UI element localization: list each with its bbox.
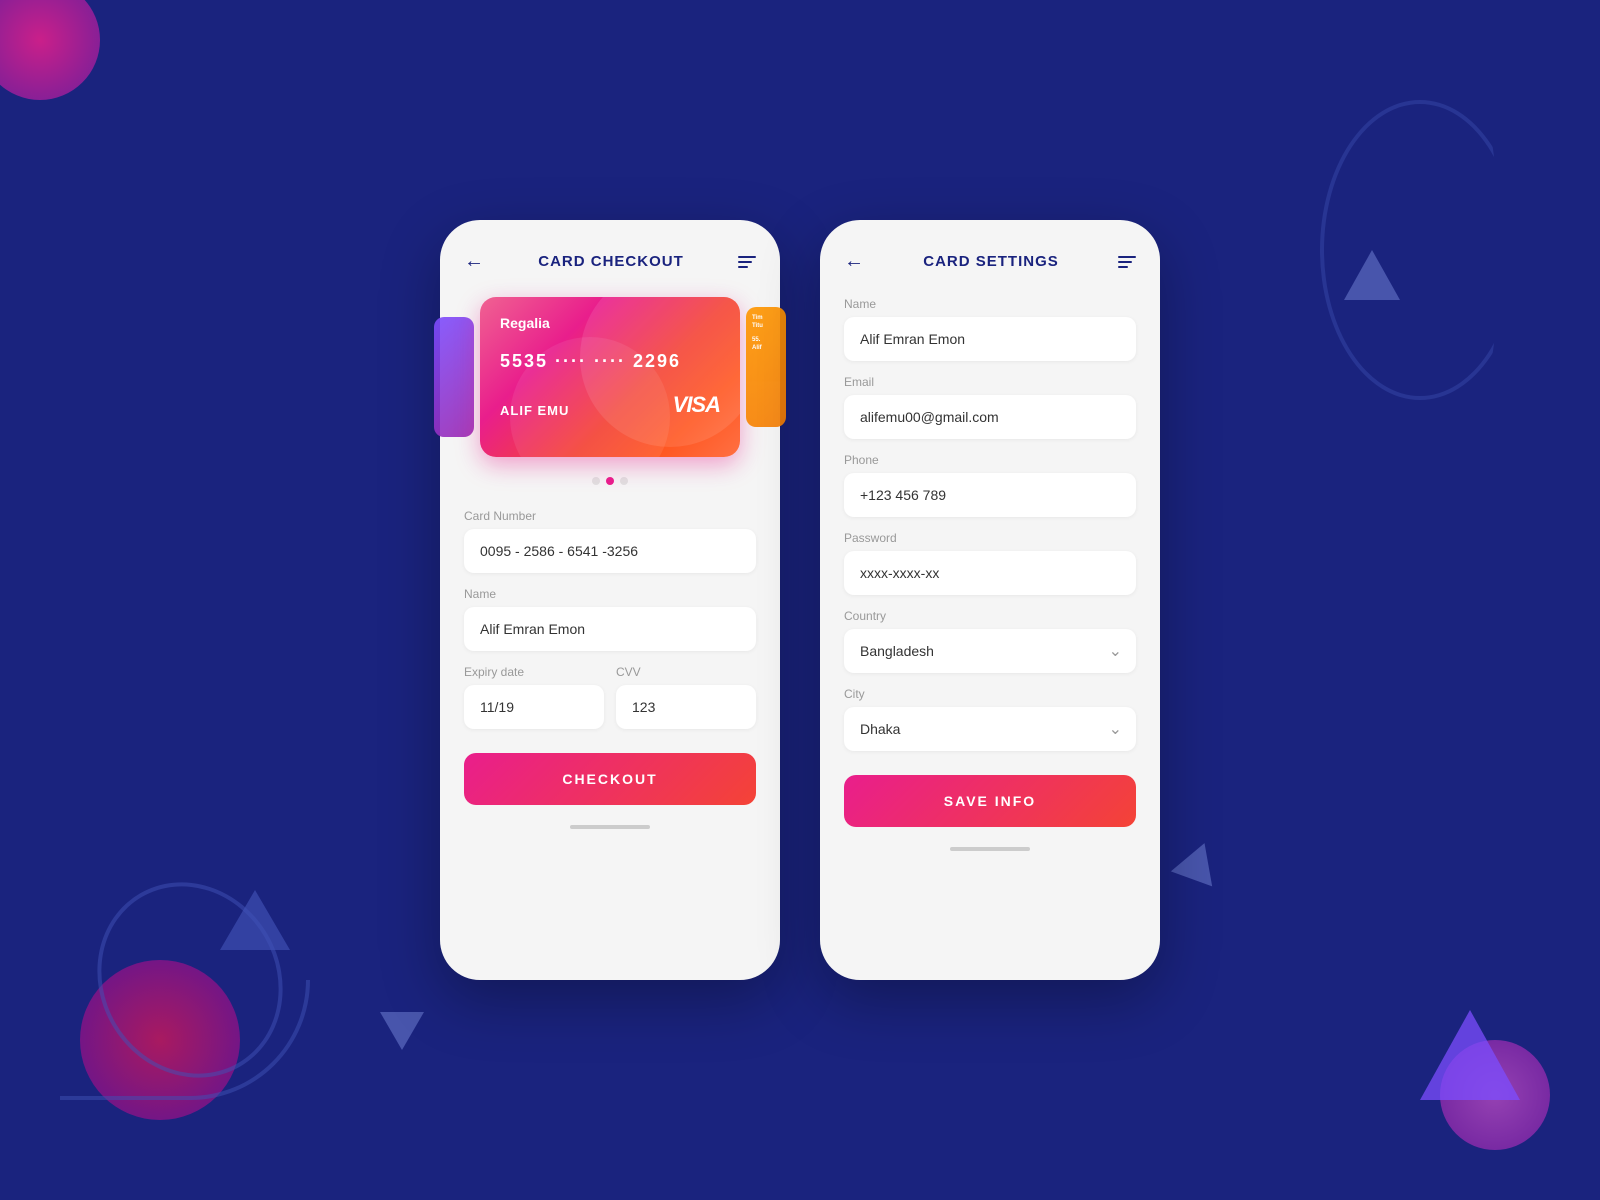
card-holder-name: ALIF EMU bbox=[500, 403, 569, 418]
side-card-right-label3: 55. bbox=[752, 337, 780, 343]
checkout-name-label: Name bbox=[464, 587, 756, 601]
card-bottom-row: ALIF EMU VISA bbox=[500, 392, 720, 418]
card-number-field-group: Card Number bbox=[464, 509, 756, 573]
card-checkout-screen: ← CARD CHECKOUT Regalia 5535 ···· ···· 2… bbox=[440, 220, 780, 980]
settings-city-label: City bbox=[844, 687, 1136, 701]
checkout-button[interactable]: CHECKOUT bbox=[464, 753, 756, 805]
settings-menu-icon[interactable] bbox=[1118, 256, 1136, 268]
side-card-right-label4: Alif bbox=[752, 345, 780, 351]
credit-card-main: Regalia 5535 ···· ···· 2296 ALIF EMU VIS… bbox=[480, 297, 740, 457]
settings-country-select-wrapper: Bangladesh India Pakistan bbox=[844, 629, 1136, 673]
checkout-name-input[interactable] bbox=[464, 607, 756, 651]
carousel-dots bbox=[464, 477, 756, 485]
bg-triangle-bottom-center bbox=[380, 1012, 424, 1050]
side-card-right: Tim Titu 55. Alif bbox=[746, 307, 786, 427]
settings-title: CARD SETTINGS bbox=[923, 253, 1059, 270]
settings-country-field-group: Country Bangladesh India Pakistan bbox=[844, 609, 1136, 673]
home-indicator-left bbox=[570, 825, 650, 829]
side-card-right-label1: Tim bbox=[752, 315, 780, 321]
card-settings-screen: ← CARD SETTINGS Name Email Phone Passwor… bbox=[820, 220, 1160, 980]
bg-triangle-right-bottom bbox=[1420, 1010, 1520, 1100]
settings-city-field-group: City Dhaka Chittagong Sylhet bbox=[844, 687, 1136, 751]
settings-email-field-group: Email bbox=[844, 375, 1136, 439]
settings-city-select-wrapper: Dhaka Chittagong Sylhet bbox=[844, 707, 1136, 751]
card-brand: Regalia bbox=[500, 315, 720, 331]
screens-container: ← CARD CHECKOUT Regalia 5535 ···· ···· 2… bbox=[440, 220, 1160, 980]
bg-curve-bottom-left bbox=[60, 980, 310, 1100]
expiry-field-group: Expiry date bbox=[464, 665, 604, 729]
save-info-button[interactable]: SAVE INFO bbox=[844, 775, 1136, 827]
settings-name-input[interactable] bbox=[844, 317, 1136, 361]
bg-arc-right bbox=[1320, 100, 1520, 400]
checkout-menu-icon[interactable] bbox=[738, 256, 756, 268]
card-carousel: Regalia 5535 ···· ···· 2296 ALIF EMU VIS… bbox=[464, 297, 756, 457]
expiry-cvv-row: Expiry date CVV bbox=[464, 665, 756, 743]
settings-country-select[interactable]: Bangladesh India Pakistan bbox=[844, 629, 1136, 673]
cvv-input[interactable] bbox=[616, 685, 756, 729]
carousel-dot-1[interactable] bbox=[592, 477, 600, 485]
settings-country-label: Country bbox=[844, 609, 1136, 623]
settings-password-field-group: Password bbox=[844, 531, 1136, 595]
settings-back-button[interactable]: ← bbox=[844, 250, 864, 273]
bg-circle-top-left bbox=[0, 0, 100, 100]
side-card-right-label2: Titu bbox=[752, 323, 780, 329]
home-indicator-right bbox=[950, 847, 1030, 851]
settings-name-field-group: Name bbox=[844, 297, 1136, 361]
settings-password-input[interactable] bbox=[844, 551, 1136, 595]
bg-triangle-center-right bbox=[1171, 836, 1225, 887]
carousel-dot-3[interactable] bbox=[620, 477, 628, 485]
settings-email-input[interactable] bbox=[844, 395, 1136, 439]
carousel-dot-2[interactable] bbox=[606, 477, 614, 485]
card-number-input[interactable] bbox=[464, 529, 756, 573]
settings-phone-input[interactable] bbox=[844, 473, 1136, 517]
cvv-field-group: CVV bbox=[616, 665, 756, 729]
checkout-header: ← CARD CHECKOUT bbox=[464, 250, 756, 273]
card-number-label: Card Number bbox=[464, 509, 756, 523]
settings-phone-label: Phone bbox=[844, 453, 1136, 467]
settings-phone-field-group: Phone bbox=[844, 453, 1136, 517]
card-network-logo: VISA bbox=[673, 392, 720, 418]
settings-name-label: Name bbox=[844, 297, 1136, 311]
expiry-label: Expiry date bbox=[464, 665, 604, 679]
card-number-display: 5535 ···· ···· 2296 bbox=[500, 351, 720, 372]
checkout-back-button[interactable]: ← bbox=[464, 250, 484, 273]
settings-header: ← CARD SETTINGS bbox=[844, 250, 1136, 273]
side-card-left bbox=[434, 317, 474, 437]
expiry-input[interactable] bbox=[464, 685, 604, 729]
checkout-name-field-group: Name bbox=[464, 587, 756, 651]
settings-city-select[interactable]: Dhaka Chittagong Sylhet bbox=[844, 707, 1136, 751]
settings-password-label: Password bbox=[844, 531, 1136, 545]
checkout-title: CARD CHECKOUT bbox=[538, 253, 684, 270]
cvv-label: CVV bbox=[616, 665, 756, 679]
settings-email-label: Email bbox=[844, 375, 1136, 389]
